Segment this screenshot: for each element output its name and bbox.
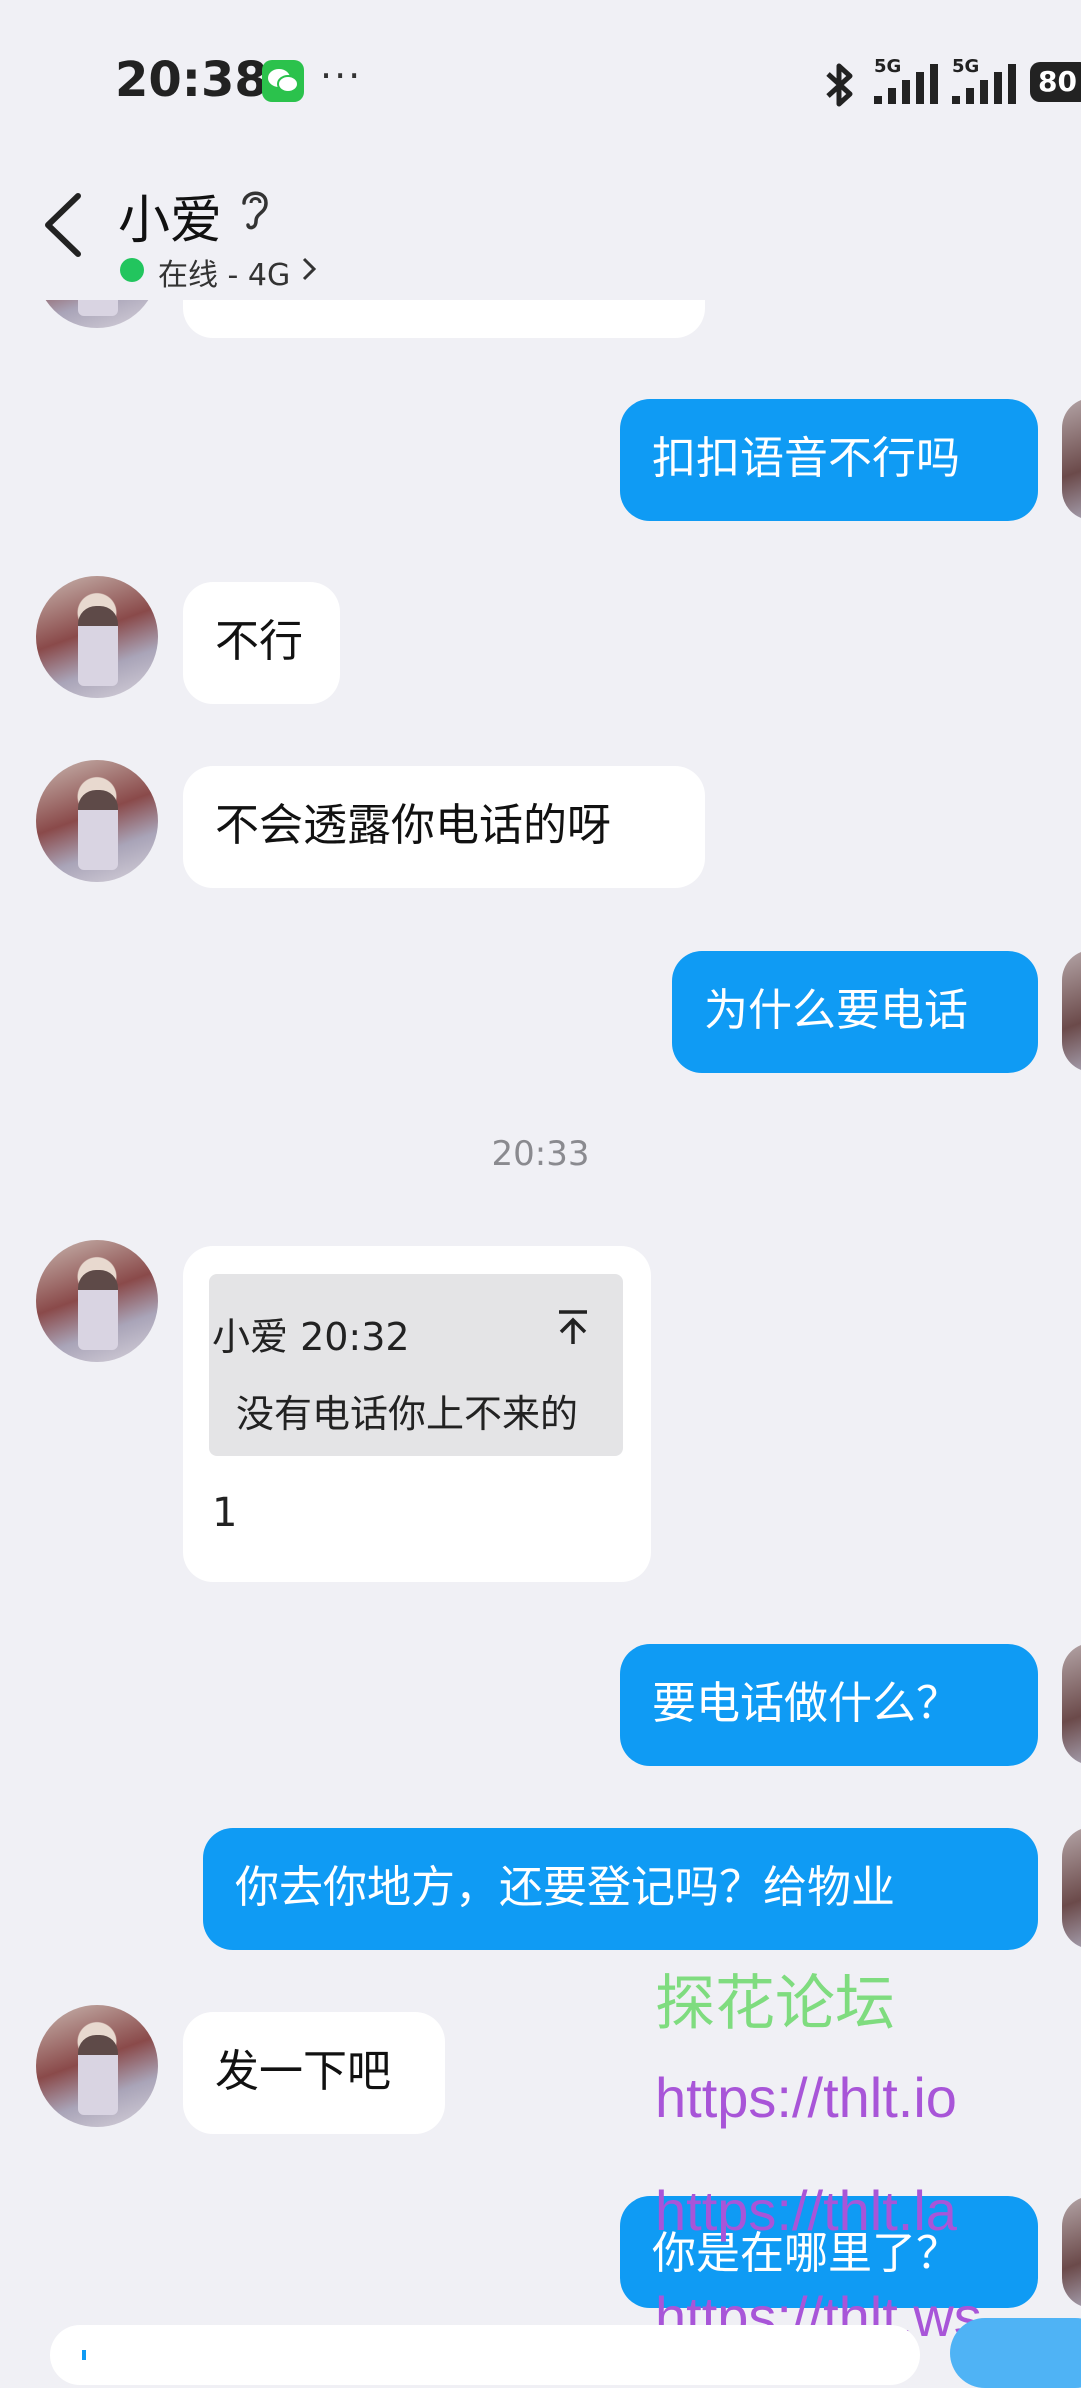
my-avatar[interactable]	[1062, 398, 1081, 520]
battery-indicator: 80	[1030, 62, 1081, 102]
my-avatar[interactable]	[1062, 1827, 1081, 1949]
quoted-sender-time: 小爱 20:32	[212, 1315, 410, 1359]
message-text: 不会透露你电话的呀	[215, 800, 611, 851]
more-notifications-icon: ···	[320, 54, 363, 98]
message-text: 发一下吧	[215, 2046, 391, 2097]
message-bubble-incoming[interactable]: 不会透露你电话的呀	[183, 766, 705, 888]
message-bubble-outgoing[interactable]: 要电话做什么？	[620, 1644, 1038, 1766]
my-avatar[interactable]	[1062, 950, 1081, 1072]
signal-icon-1: 5G	[872, 56, 942, 110]
back-arrow-icon[interactable]	[40, 190, 86, 264]
jump-to-top-icon[interactable]	[555, 1308, 591, 1352]
my-avatar[interactable]	[1062, 2196, 1081, 2308]
chevron-right-icon[interactable]	[300, 256, 318, 286]
quoted-text: 没有电话你上不来的	[236, 1392, 579, 1436]
my-avatar[interactable]	[1062, 1643, 1081, 1765]
watermark-title: 探花论坛	[655, 1969, 895, 2039]
message-text: 要电话做什么？	[652, 1678, 960, 1729]
message-bubble-outgoing[interactable]: 你去你地方，还要登记吗？给物业	[203, 1828, 1038, 1950]
send-button[interactable]	[950, 2318, 1081, 2388]
contact-avatar[interactable]	[36, 2005, 158, 2127]
message-text: 你去你地方，还要登记吗？给物业	[235, 1862, 895, 1913]
contact-avatar[interactable]	[36, 760, 158, 882]
online-status-text: 在线 - 4G	[158, 258, 291, 293]
contact-avatar[interactable]	[36, 1240, 158, 1362]
message-bubble-incoming[interactable]: 发一下吧	[183, 2012, 445, 2134]
signal-icon-2: 5G	[950, 56, 1020, 110]
wechat-notification-icon	[262, 60, 304, 102]
message-text: 1	[212, 1490, 238, 1536]
message-bubble-outgoing[interactable]: 为什么要电话	[672, 951, 1038, 1073]
time-divider: 20:33	[491, 1134, 590, 1174]
status-time: 20:38	[115, 52, 268, 108]
message-text: 不行	[215, 616, 303, 667]
chat-title[interactable]: 小爱	[118, 178, 222, 253]
message-text: 扣扣语音不行吗	[652, 433, 960, 484]
message-bubble-partial[interactable]	[183, 300, 705, 338]
watermark-url: https://thlt.io	[655, 2066, 957, 2129]
online-status-dot	[120, 258, 144, 282]
ear-icon[interactable]	[236, 185, 272, 237]
message-bubble-incoming[interactable]: 不行	[183, 582, 340, 704]
message-input[interactable]	[50, 2325, 920, 2385]
message-bubble-outgoing[interactable]: 扣扣语音不行吗	[620, 399, 1038, 521]
message-text: 为什么要电话	[704, 985, 968, 1036]
watermark-url: https://thlt.la	[655, 2179, 957, 2242]
text-cursor	[82, 2350, 86, 2360]
bluetooth-icon	[820, 62, 860, 112]
contact-avatar[interactable]	[36, 576, 158, 698]
